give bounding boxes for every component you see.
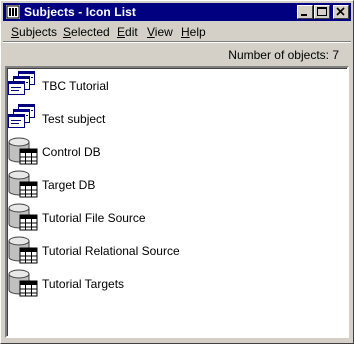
menu-view-accel: V	[147, 25, 155, 39]
object-count: Number of objects: 7	[228, 48, 339, 62]
maximize-button[interactable]	[314, 5, 330, 19]
menu-help[interactable]: Help	[181, 25, 206, 39]
close-icon	[336, 7, 345, 16]
status-bar: Number of objects: 7	[3, 43, 351, 65]
icon-list-window: Subjects - Icon List Subjects Selected E…	[0, 0, 354, 344]
app-icon[interactable]	[6, 5, 20, 19]
menu-selected-rest: elected	[71, 25, 110, 39]
menu-subjects-rest: ubjects	[19, 25, 58, 39]
icon-list[interactable]: TBC Tutorial Test subject Control DB Tar…	[5, 66, 349, 338]
subject-icon	[8, 71, 35, 95]
minimize-button[interactable]	[297, 5, 313, 19]
list-item-label: Tutorial File Source	[42, 211, 146, 225]
menu-bar: Subjects Selected Edit View Help	[3, 22, 351, 42]
list-item[interactable]: Control DB	[7, 136, 327, 168]
menu-view-rest: iew	[154, 25, 173, 39]
list-item[interactable]: Test subject	[7, 103, 327, 135]
menu-edit-accel: E	[117, 25, 126, 39]
menu-selected-accel: S	[63, 25, 72, 39]
menu-subjects[interactable]: Subjects	[11, 25, 57, 39]
list-item-label: Test subject	[42, 112, 106, 126]
list-item-label: Tutorial Targets	[42, 277, 125, 291]
list-item-label: TBC Tutorial	[42, 79, 109, 93]
menu-help-rest: elp	[189, 25, 206, 39]
menu-edit-rest: dit	[125, 25, 138, 39]
menu-view[interactable]: View	[147, 25, 173, 39]
menu-selected[interactable]: Selected	[63, 25, 110, 39]
list-item-label: Tutorial Relational Source	[42, 244, 180, 258]
list-item[interactable]: TBC Tutorial	[7, 70, 327, 102]
list-item[interactable]: Tutorial File Source	[7, 202, 327, 234]
database-icon	[8, 269, 38, 297]
database-icon	[8, 137, 38, 165]
maximize-icon	[317, 7, 327, 16]
title-bar[interactable]: Subjects - Icon List	[3, 3, 351, 21]
menu-subjects-accel: S	[11, 25, 20, 39]
list-item[interactable]: Tutorial Targets	[7, 268, 327, 300]
list-item[interactable]: Target DB	[7, 169, 327, 201]
menu-help-accel: H	[181, 25, 190, 39]
database-icon	[8, 236, 38, 264]
minimize-icon	[301, 14, 307, 16]
subject-icon	[8, 104, 35, 128]
list-item-label: Control DB	[42, 145, 101, 159]
database-icon	[8, 203, 38, 231]
database-icon	[8, 170, 38, 198]
close-button[interactable]	[333, 5, 349, 19]
list-item[interactable]: Tutorial Relational Source	[7, 235, 327, 267]
list-item-label: Target DB	[42, 178, 96, 192]
window-title: Subjects - Icon List	[24, 5, 137, 19]
menu-edit[interactable]: Edit	[117, 25, 138, 39]
